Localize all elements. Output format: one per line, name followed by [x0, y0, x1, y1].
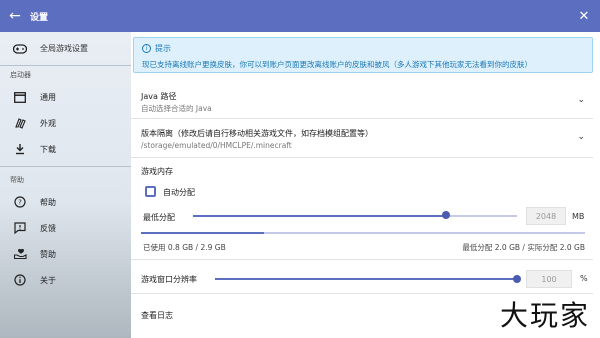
notice-title-row: i 提示: [142, 43, 171, 54]
svg-text:?: ?: [18, 199, 22, 207]
sidebar-item-help[interactable]: ? 帮助: [0, 189, 131, 215]
memory-value-input[interactable]: 2048: [526, 207, 566, 225]
download-icon: [12, 142, 28, 156]
memory-unit: MB: [572, 212, 585, 221]
sidebar-item-label: 反馈: [40, 223, 56, 233]
sidebar-item-label: 下载: [40, 144, 56, 154]
sidebar-item-general[interactable]: 通用: [0, 84, 131, 110]
notice-title: 提示: [155, 44, 171, 53]
gamepad-icon: [12, 42, 28, 56]
sidebar-item-download[interactable]: 下载: [0, 136, 131, 162]
version-isolation-row[interactable]: 版本隔离（修改后请自行移动相关游戏文件，如存档模组配置等） /storage/e…: [131, 122, 593, 158]
min-allocate-label: 最低分配: [143, 213, 175, 222]
version-isolation-path: /storage/emulated/0/HMCLPE/.minecraft: [141, 141, 292, 150]
memory-used-text: 已使用 0.8 GB / 2.9 GB: [143, 243, 226, 252]
help-circle-icon: ?: [12, 195, 28, 209]
window-resolution-label: 游戏窗口分辨率: [141, 275, 197, 284]
sidebar-item-label: 通用: [40, 92, 56, 102]
java-path-subtitle: 自动选择合适的 Java: [141, 104, 212, 113]
section-header-help: 帮助: [10, 176, 24, 184]
java-path-title: Java 路径: [141, 92, 177, 101]
sidebar-item-label: 关于: [40, 275, 56, 285]
feedback-icon: [12, 221, 28, 235]
divider: [0, 166, 131, 167]
close-icon[interactable]: ✕: [576, 8, 592, 24]
watermark-logo: 大玩家: [499, 299, 590, 332]
resolution-unit: %: [580, 274, 588, 283]
sidebar-item-donate[interactable]: 赞助: [0, 241, 131, 267]
view-log-label: 查看日志: [141, 311, 173, 320]
sidebar-item-label: 赞助: [40, 249, 56, 259]
title-bar: ← 设置 ✕: [0, 0, 600, 32]
window-icon: [12, 90, 28, 104]
resolution-slider-fill: [215, 278, 517, 280]
section-header-launcher: 启动器: [10, 71, 31, 79]
sidebar-item-appearance[interactable]: 外观: [0, 110, 131, 136]
version-isolation-title: 版本隔离（修改后请自行移动相关游戏文件，如存档模组配置等）: [141, 129, 373, 138]
sidebar-item-label: 全局游戏设置: [40, 44, 88, 53]
memory-usage-fill: [141, 232, 264, 234]
notice-body: 现已支持离线账户更换皮肤，你可以到账户页面更改离线账户的皮肤和披风（多人游戏下其…: [142, 60, 532, 69]
auto-allocate-label: 自动分配: [163, 188, 195, 197]
back-arrow-icon[interactable]: ←: [0, 0, 30, 32]
memory-allocated-text: 最低分配 2.0 GB / 实际分配 2.0 GB: [462, 243, 585, 252]
notice-banner: i 提示 现已支持离线账户更换皮肤，你可以到账户页面更改离线账户的皮肤和披风（多…: [133, 37, 593, 73]
resolution-value-input[interactable]: 100: [526, 270, 572, 288]
memory-slider-thumb[interactable]: [441, 211, 450, 219]
info-icon: i: [142, 44, 151, 53]
sidebar-item-label: 外观: [40, 118, 56, 128]
sidebar-item-global-settings[interactable]: 全局游戏设置: [0, 32, 131, 66]
sidebar-item-feedback[interactable]: 反馈: [0, 215, 131, 241]
palette-icon: [12, 116, 28, 130]
chevron-down-icon[interactable]: ⌄: [577, 95, 585, 105]
info-icon: [12, 273, 28, 287]
memory-title: 游戏内存: [141, 167, 173, 176]
auto-allocate-checkbox[interactable]: [145, 186, 156, 197]
memory-slider-fill: [193, 215, 446, 217]
settings-panel: i 提示 现已支持离线账户更换皮肤，你可以到账户页面更改离线账户的皮肤和披风（多…: [131, 32, 600, 338]
resolution-slider-thumb[interactable]: [513, 275, 521, 283]
window-title: 设置: [30, 12, 49, 23]
sidebar: 全局游戏设置 启动器 通用 外观 下载 帮助 ? 帮助 反馈 赞助 关于: [0, 32, 131, 338]
memory-card: 游戏内存 自动分配 最低分配 已使用 0.8 GB / 2.9 GB 最低分配 …: [131, 160, 593, 260]
chevron-down-icon[interactable]: ⌄: [577, 132, 585, 142]
sidebar-item-about[interactable]: 关于: [0, 267, 131, 293]
java-path-row[interactable]: Java 路径 自动选择合适的 Java ⌄: [131, 84, 593, 119]
sidebar-item-label: 帮助: [40, 197, 56, 207]
donate-icon: [12, 247, 28, 261]
